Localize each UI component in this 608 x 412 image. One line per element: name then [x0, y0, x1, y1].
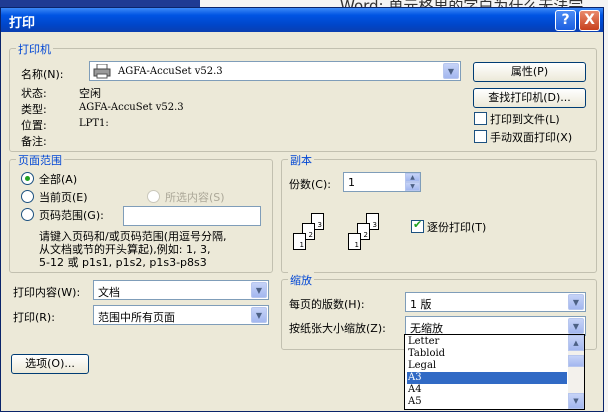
chevron-down-icon[interactable]: ▼: [251, 307, 267, 323]
paper-option-a4[interactable]: A4: [407, 384, 567, 396]
range-pages-label[interactable]: 页码范围(G):: [39, 207, 104, 223]
printer-name-select[interactable]: AGFA-AccuSet v52.3 ▼: [89, 61, 461, 81]
printer-comment-label: 备注:: [21, 135, 47, 148]
printer-type-label: 类型:: [21, 103, 47, 116]
paper-option-a3[interactable]: A3: [407, 372, 567, 384]
range-selection-radio[interactable]: [147, 190, 160, 203]
scale-to-paper-select[interactable]: 无缩放 ▼: [405, 316, 586, 336]
listbox-scrollbar[interactable]: ▲ ▼: [568, 335, 584, 409]
paper-option-legal[interactable]: Legal: [407, 360, 567, 372]
printer-name-value: AGFA-AccuSet v52.3: [118, 66, 223, 77]
scroll-up-icon[interactable]: ▲: [568, 335, 584, 351]
printer-name-label: 名称(N):: [21, 68, 64, 81]
range-current-radio[interactable]: [21, 190, 34, 203]
page-range-input[interactable]: [123, 206, 261, 226]
spin-down-icon[interactable]: ▼: [405, 182, 420, 191]
page-range-hint-3: 5-12 或 p1s1, p1s2, p1s3-p8s3: [39, 256, 207, 269]
print-label: 打印(R):: [13, 311, 55, 324]
page-range-group-label: 页面范围: [16, 152, 64, 168]
zoom-group-label: 缩放: [288, 272, 314, 288]
pages-per-sheet-select[interactable]: 1 版 ▼: [405, 292, 586, 312]
copies-count-value: 1: [348, 176, 355, 189]
print-what-label: 打印内容(W):: [13, 286, 81, 299]
spin-up-icon[interactable]: ▲: [405, 173, 420, 182]
scale-to-paper-label: 按纸张大小缩放(Z):: [289, 322, 386, 335]
print-pages-value: 范围中所有页面: [98, 311, 175, 324]
manual-duplex-checkbox[interactable]: [474, 130, 487, 143]
range-selection-label[interactable]: 所选内容(S): [165, 189, 225, 205]
collate-label[interactable]: 逐份打印(T): [427, 219, 486, 235]
range-all-label[interactable]: 全部(A): [39, 171, 77, 187]
collate-page-1a: 1: [293, 233, 306, 250]
scroll-thumb[interactable]: [568, 355, 584, 367]
manual-duplex-label[interactable]: 手动双面打印(X): [490, 129, 572, 145]
chevron-down-icon[interactable]: ▼: [568, 318, 584, 334]
range-all-radio[interactable]: [21, 172, 34, 185]
pages-per-sheet-label: 每页的版数(H):: [289, 298, 365, 311]
copies-count-input[interactable]: 1 ▲ ▼: [343, 172, 421, 192]
paper-size-listbox[interactable]: Letter Tabloid Legal A3 A4 A5 ▲ ▼: [404, 334, 585, 410]
print-what-value: 文档: [98, 286, 120, 299]
help-button[interactable]: ?: [555, 10, 576, 31]
collate-page-1b: 1: [348, 233, 361, 250]
paper-option-letter[interactable]: Letter: [407, 336, 567, 348]
print-what-select[interactable]: 文档 ▼: [93, 280, 269, 300]
close-button[interactable]: X: [579, 10, 600, 31]
printer-type-value: AGFA-AccuSet v52.3: [79, 102, 184, 113]
printer-where-label: 位置:: [21, 119, 47, 132]
chevron-down-icon[interactable]: ▼: [568, 294, 584, 310]
printer-where-value: LPT1:: [79, 118, 109, 129]
print-to-file-checkbox[interactable]: [474, 112, 487, 125]
chevron-down-icon[interactable]: ▼: [443, 63, 459, 79]
printer-group-label: 打印机: [16, 41, 53, 57]
paper-option-tabloid[interactable]: Tabloid: [407, 348, 567, 360]
chevron-down-icon[interactable]: ▼: [251, 282, 267, 298]
copies-spinner[interactable]: ▲ ▼: [405, 173, 420, 191]
range-current-label[interactable]: 当前页(E): [39, 189, 88, 205]
properties-button[interactable]: 属性(P): [473, 62, 586, 82]
dialog-title: 打印: [9, 16, 36, 31]
paper-option-a5[interactable]: A5: [407, 396, 567, 408]
printer-status-label: 状态:: [21, 87, 47, 100]
copies-group-label: 副本: [288, 152, 314, 168]
print-to-file-label[interactable]: 打印到文件(L): [490, 111, 560, 127]
find-printer-button[interactable]: 查找打印机(D)...: [473, 88, 586, 108]
print-pages-select[interactable]: 范围中所有页面 ▼: [93, 305, 269, 325]
printer-icon: [93, 63, 111, 82]
options-button[interactable]: 选项(O)...: [11, 354, 89, 374]
pages-per-sheet-value: 1 版: [410, 298, 432, 311]
collate-checkbox[interactable]: [411, 218, 424, 233]
printer-status-value: 空闲: [79, 87, 101, 100]
title-bar[interactable]: 打印 ? X: [1, 8, 603, 32]
copies-count-label: 份数(C):: [289, 178, 331, 191]
range-pages-radio[interactable]: [21, 208, 34, 221]
scroll-down-icon[interactable]: ▼: [568, 393, 584, 409]
